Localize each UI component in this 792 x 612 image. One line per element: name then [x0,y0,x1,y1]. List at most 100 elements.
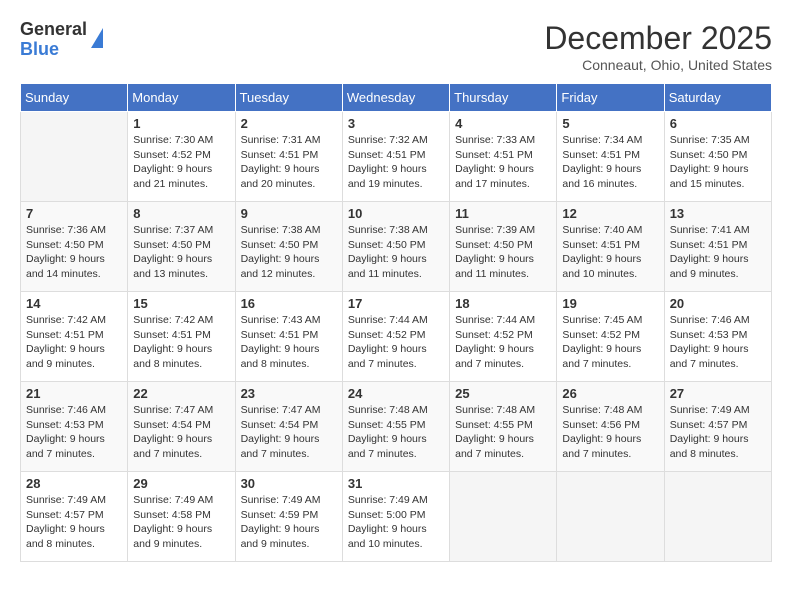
logo-general: General [20,20,87,40]
calendar-cell: 20Sunrise: 7:46 AM Sunset: 4:53 PM Dayli… [664,292,771,382]
day-of-week-header: Wednesday [342,84,449,112]
day-of-week-header: Thursday [450,84,557,112]
day-number: 10 [348,206,444,221]
location: Conneaut, Ohio, United States [544,57,772,73]
day-number: 17 [348,296,444,311]
day-number: 25 [455,386,551,401]
day-info: Sunrise: 7:47 AM Sunset: 4:54 PM Dayligh… [133,403,229,462]
day-number: 1 [133,116,229,131]
calendar-cell [450,472,557,562]
logo-blue: Blue [20,40,87,60]
day-number: 29 [133,476,229,491]
day-number: 7 [26,206,122,221]
day-info: Sunrise: 7:38 AM Sunset: 4:50 PM Dayligh… [241,223,337,282]
day-number: 5 [562,116,658,131]
day-number: 24 [348,386,444,401]
calendar-cell: 9 Sunrise: 7:38 AM Sunset: 4:50 PM Daylig… [235,202,342,292]
day-info: Sunrise: 7:36 AM Sunset: 4:50 PM Dayligh… [26,223,122,282]
day-info: Sunrise: 7:40 AM Sunset: 4:51 PM Dayligh… [562,223,658,282]
days-row: SundayMondayTuesdayWednesdayThursdayFrid… [21,84,772,112]
calendar-cell: 21 Sunrise: 7:46 AM Sunset: 4:53 PM Dayli… [21,382,128,472]
day-info: Sunrise: 7:44 AM Sunset: 4:52 PM Dayligh… [455,313,551,372]
day-info: Sunrise: 7:34 AM Sunset: 4:51 PM Dayligh… [562,133,658,192]
calendar-cell: 30Sunrise: 7:49 AM Sunset: 4:59 PM Dayli… [235,472,342,562]
calendar-cell [557,472,664,562]
day-number: 16 [241,296,337,311]
calendar-cell: 10 Sunrise: 7:38 AM Sunset: 4:50 PM Dayli… [342,202,449,292]
day-info: Sunrise: 7:35 AM Sunset: 4:50 PM Dayligh… [670,133,766,192]
calendar-cell: 19Sunrise: 7:45 AM Sunset: 4:52 PM Dayli… [557,292,664,382]
calendar-cell [664,472,771,562]
day-number: 8 [133,206,229,221]
calendar-cell: 22 Sunrise: 7:47 AM Sunset: 4:54 PM Dayli… [128,382,235,472]
calendar-cell: 17Sunrise: 7:44 AM Sunset: 4:52 PM Dayli… [342,292,449,382]
day-of-week-header: Saturday [664,84,771,112]
day-number: 9 [241,206,337,221]
logo-triangle-icon [91,28,103,48]
title-section: December 2025 Conneaut, Ohio, United Sta… [544,20,772,73]
calendar-cell: 15Sunrise: 7:42 AM Sunset: 4:51 PM Dayli… [128,292,235,382]
day-number: 6 [670,116,766,131]
calendar-cell: 13Sunrise: 7:41 AM Sunset: 4:51 PM Dayli… [664,202,771,292]
day-number: 4 [455,116,551,131]
calendar-cell: 1Sunrise: 7:30 AM Sunset: 4:52 PM Daylig… [128,112,235,202]
calendar-cell: 7 Sunrise: 7:36 AM Sunset: 4:50 PM Daylig… [21,202,128,292]
calendar-cell: 29Sunrise: 7:49 AM Sunset: 4:58 PM Dayli… [128,472,235,562]
calendar-header: SundayMondayTuesdayWednesdayThursdayFrid… [21,84,772,112]
day-of-week-header: Sunday [21,84,128,112]
day-info: Sunrise: 7:49 AM Sunset: 5:00 PM Dayligh… [348,493,444,552]
day-info: Sunrise: 7:47 AM Sunset: 4:54 PM Dayligh… [241,403,337,462]
day-number: 13 [670,206,766,221]
day-number: 3 [348,116,444,131]
calendar-cell: 26Sunrise: 7:48 AM Sunset: 4:56 PM Dayli… [557,382,664,472]
calendar-cell: 27Sunrise: 7:49 AM Sunset: 4:57 PM Dayli… [664,382,771,472]
day-info: Sunrise: 7:32 AM Sunset: 4:51 PM Dayligh… [348,133,444,192]
calendar-week-row: 28 Sunrise: 7:49 AM Sunset: 4:57 PM Dayli… [21,472,772,562]
logo-text: General Blue [20,20,87,60]
calendar-table: SundayMondayTuesdayWednesdayThursdayFrid… [20,83,772,562]
calendar-week-row: 21 Sunrise: 7:46 AM Sunset: 4:53 PM Dayli… [21,382,772,472]
calendar-cell: 11 Sunrise: 7:39 AM Sunset: 4:50 PM Dayli… [450,202,557,292]
calendar-cell: 14Sunrise: 7:42 AM Sunset: 4:51 PM Dayli… [21,292,128,382]
calendar-cell: 23 Sunrise: 7:47 AM Sunset: 4:54 PM Dayli… [235,382,342,472]
calendar-cell: 16 Sunrise: 7:43 AM Sunset: 4:51 PM Dayli… [235,292,342,382]
calendar-cell: 5 Sunrise: 7:34 AM Sunset: 4:51 PM Daylig… [557,112,664,202]
calendar-cell: 8 Sunrise: 7:37 AM Sunset: 4:50 PM Daylig… [128,202,235,292]
calendar-cell: 28 Sunrise: 7:49 AM Sunset: 4:57 PM Dayli… [21,472,128,562]
calendar-cell: 18 Sunrise: 7:44 AM Sunset: 4:52 PM Dayli… [450,292,557,382]
day-info: Sunrise: 7:48 AM Sunset: 4:56 PM Dayligh… [562,403,658,462]
calendar-cell: 31 Sunrise: 7:49 AM Sunset: 5:00 PM Dayli… [342,472,449,562]
day-number: 18 [455,296,551,311]
day-info: Sunrise: 7:37 AM Sunset: 4:50 PM Dayligh… [133,223,229,282]
day-info: Sunrise: 7:42 AM Sunset: 4:51 PM Dayligh… [26,313,122,372]
day-number: 2 [241,116,337,131]
calendar-cell: 2Sunrise: 7:31 AM Sunset: 4:51 PM Daylig… [235,112,342,202]
calendar-cell: 4Sunrise: 7:33 AM Sunset: 4:51 PM Daylig… [450,112,557,202]
month-title: December 2025 [544,20,772,57]
day-number: 22 [133,386,229,401]
calendar-body: 1Sunrise: 7:30 AM Sunset: 4:52 PM Daylig… [21,112,772,562]
page-header: General Blue December 2025 Conneaut, Ohi… [20,20,772,73]
day-info: Sunrise: 7:49 AM Sunset: 4:57 PM Dayligh… [670,403,766,462]
day-info: Sunrise: 7:48 AM Sunset: 4:55 PM Dayligh… [348,403,444,462]
day-of-week-header: Friday [557,84,664,112]
day-number: 31 [348,476,444,491]
day-info: Sunrise: 7:38 AM Sunset: 4:50 PM Dayligh… [348,223,444,282]
calendar-week-row: 7 Sunrise: 7:36 AM Sunset: 4:50 PM Daylig… [21,202,772,292]
day-number: 23 [241,386,337,401]
calendar-week-row: 14Sunrise: 7:42 AM Sunset: 4:51 PM Dayli… [21,292,772,382]
calendar-cell: 24 Sunrise: 7:48 AM Sunset: 4:55 PM Dayli… [342,382,449,472]
day-number: 19 [562,296,658,311]
day-info: Sunrise: 7:48 AM Sunset: 4:55 PM Dayligh… [455,403,551,462]
day-info: Sunrise: 7:43 AM Sunset: 4:51 PM Dayligh… [241,313,337,372]
calendar-cell: 3 Sunrise: 7:32 AM Sunset: 4:51 PM Daylig… [342,112,449,202]
day-info: Sunrise: 7:46 AM Sunset: 4:53 PM Dayligh… [26,403,122,462]
logo: General Blue [20,20,103,60]
day-number: 15 [133,296,229,311]
day-number: 28 [26,476,122,491]
day-number: 11 [455,206,551,221]
day-info: Sunrise: 7:49 AM Sunset: 4:57 PM Dayligh… [26,493,122,552]
day-number: 30 [241,476,337,491]
day-number: 21 [26,386,122,401]
day-info: Sunrise: 7:39 AM Sunset: 4:50 PM Dayligh… [455,223,551,282]
